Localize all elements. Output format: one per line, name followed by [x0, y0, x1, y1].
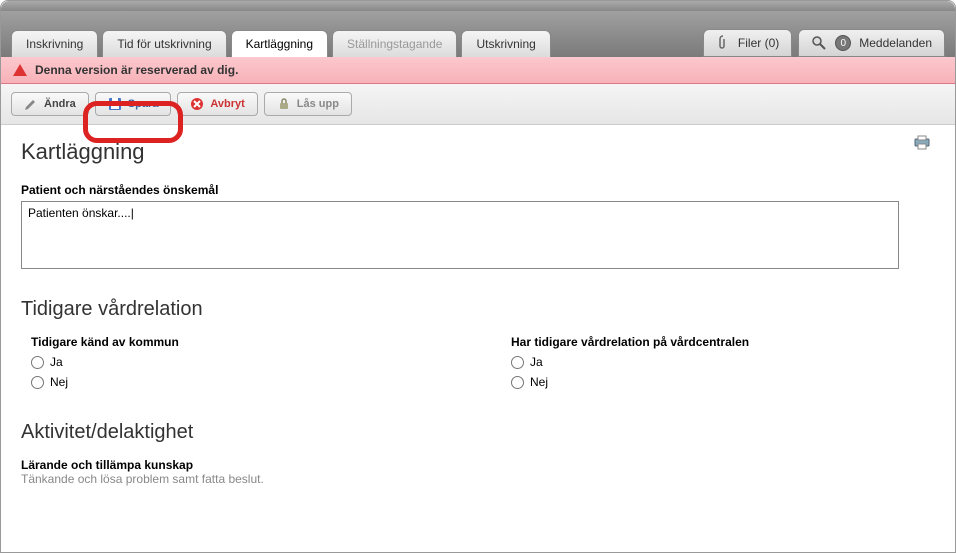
page-title: Kartläggning: [21, 139, 935, 165]
save-button[interactable]: Spara: [95, 92, 172, 116]
q1-ja-label: Ja: [50, 355, 63, 369]
q2-ja-radio[interactable]: [511, 356, 524, 369]
q1-ja-radio[interactable]: [31, 356, 44, 369]
lock-icon: [277, 97, 291, 111]
q1-nej-label: Nej: [50, 375, 68, 389]
toolbar: Ändra Spara Avbryt Lås upp: [1, 84, 955, 125]
cancel-button[interactable]: Avbryt: [177, 92, 257, 116]
section-tidigare-title: Tidigare vårdrelation: [21, 298, 935, 321]
q1-nej-row: Nej: [31, 375, 461, 389]
app-window: Inskrivning Tid för utskrivning Kartlägg…: [0, 0, 956, 553]
tab-inskrivning[interactable]: Inskrivning: [11, 30, 98, 57]
content-area: Kartläggning Patient och närståendes öns…: [1, 125, 955, 500]
tab-bar: Inskrivning Tid för utskrivning Kartlägg…: [1, 11, 955, 57]
edit-label: Ändra: [44, 98, 76, 110]
messages-count-badge: 0: [835, 35, 851, 51]
q1-nej-radio[interactable]: [31, 376, 44, 389]
q1-ja-row: Ja: [31, 355, 461, 369]
messages-label: Meddelanden: [859, 36, 932, 50]
titlebar: [1, 1, 955, 11]
files-label: Filer (0): [738, 36, 779, 50]
q2-nej-radio[interactable]: [511, 376, 524, 389]
files-button[interactable]: Filer (0): [703, 29, 792, 57]
pencil-icon: [24, 97, 38, 111]
q2-ja-label: Ja: [530, 355, 543, 369]
unlock-label: Lås upp: [297, 98, 339, 110]
edit-button[interactable]: Ändra: [11, 92, 89, 116]
alert-message: Denna version är reserverad av dig.: [35, 63, 238, 77]
warning-icon: [13, 64, 27, 76]
tab-stallningstagande[interactable]: Ställningstagande: [332, 30, 457, 57]
q2-nej-label: Nej: [530, 375, 548, 389]
q2-column: Har tidigare vårdrelation på vårdcentral…: [501, 335, 941, 395]
q2-ja-row: Ja: [511, 355, 941, 369]
radio-grid: Tidigare känd av kommun Ja Nej Har tidig…: [21, 335, 935, 395]
cancel-label: Avbryt: [210, 98, 244, 110]
aktivitet-sub1-desc: Tänkande och lösa problem samt fatta bes…: [21, 472, 935, 486]
tab-tid-utskrivning[interactable]: Tid för utskrivning: [102, 30, 226, 57]
tab-kartlaggning[interactable]: Kartläggning: [231, 30, 328, 57]
print-icon[interactable]: [913, 135, 931, 151]
q2-nej-row: Nej: [511, 375, 941, 389]
wishes-textarea[interactable]: [21, 201, 899, 269]
section-aktivitet-title: Aktivitet/delaktighet: [21, 421, 935, 444]
q1-column: Tidigare känd av kommun Ja Nej: [21, 335, 461, 395]
aktivitet-sub1: Lärande och tillämpa kunskap: [21, 458, 935, 472]
wishes-label: Patient och närståendes önskemål: [21, 183, 935, 197]
tab-utskrivning[interactable]: Utskrivning: [461, 30, 550, 57]
q2-label: Har tidigare vårdrelation på vårdcentral…: [511, 335, 941, 349]
save-icon: [108, 97, 122, 111]
messages-button[interactable]: 0 Meddelanden: [798, 29, 945, 57]
alert-bar: Denna version är reserverad av dig.: [1, 57, 955, 84]
paperclip-icon: [716, 35, 730, 51]
unlock-button[interactable]: Lås upp: [264, 92, 352, 116]
magnifier-icon: [811, 35, 827, 51]
q1-label: Tidigare känd av kommun: [31, 335, 461, 349]
cancel-icon: [190, 97, 204, 111]
save-label: Spara: [128, 98, 159, 110]
